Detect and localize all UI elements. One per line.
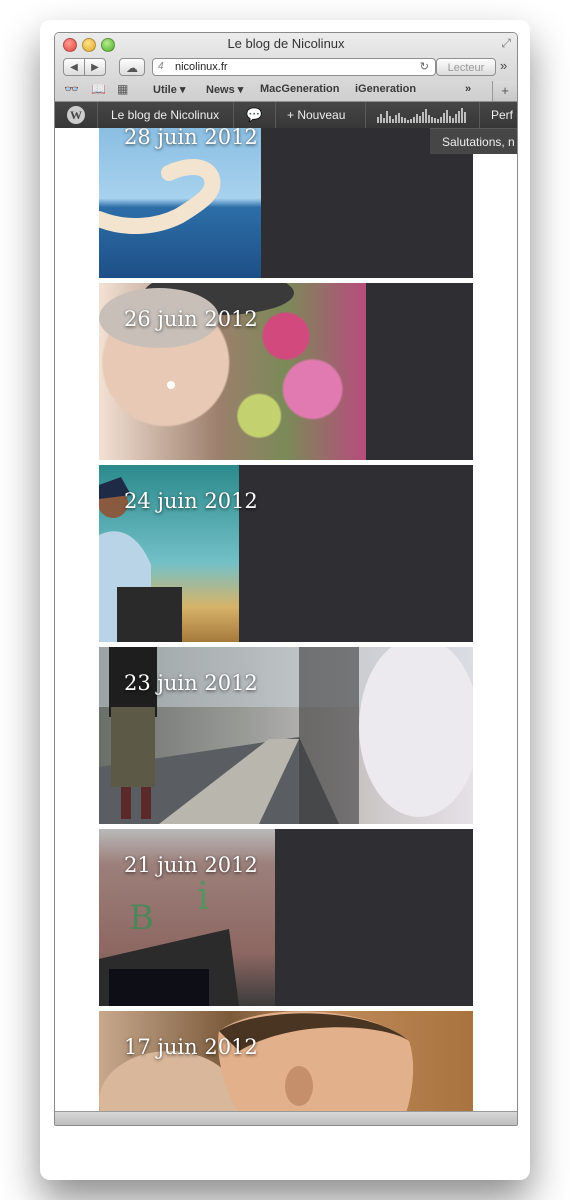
sparkline-bar xyxy=(440,117,442,123)
browser-toolbar: Le blog de Nicolinux ⤢ ◀ ▶ ☁ 4 nicolinux… xyxy=(55,33,517,102)
sparkline-bar xyxy=(383,118,385,123)
wordpress-logo-icon[interactable]: W xyxy=(67,106,85,124)
bookmark-utile[interactable]: Utile ▾ xyxy=(153,83,185,96)
sparkline-bar xyxy=(392,119,394,123)
sparkline-bar xyxy=(437,119,439,123)
back-button[interactable]: ◀ xyxy=(63,58,85,76)
bookmarks-icon[interactable]: 📖 xyxy=(91,82,106,96)
sparkline-bar xyxy=(464,112,466,123)
admin-bar-separator xyxy=(275,102,276,128)
sparkline-bar xyxy=(425,109,427,123)
wp-admin-bar: W Le blog de Nicolinux 💬 + Nouveau Perf xyxy=(55,102,517,128)
address-text: nicolinux.fr xyxy=(175,61,228,73)
sparkline-bar xyxy=(458,111,460,123)
post-date[interactable]: 26 juin 2012 xyxy=(124,307,258,331)
reader-button[interactable]: Lecteur xyxy=(436,58,496,76)
toolbar-overflow-button[interactable]: » xyxy=(500,58,507,73)
address-bar[interactable]: 4 nicolinux.fr ↻ xyxy=(152,58,436,76)
sparkline-bar xyxy=(398,113,400,123)
fullscreen-icon[interactable]: ⤢ xyxy=(501,36,511,51)
sparkline-bar xyxy=(377,117,379,123)
bookmarks-overflow-button[interactable]: » xyxy=(465,83,471,95)
sparkline-bar xyxy=(413,117,415,123)
admin-bar-separator xyxy=(233,102,234,128)
top-sites-icon[interactable]: ▦ xyxy=(117,82,128,96)
post-card[interactable]: 26 juin 2012 xyxy=(99,283,473,460)
comments-icon[interactable]: 💬 xyxy=(246,102,262,128)
sparkline-bar xyxy=(422,112,424,123)
browser-window: Le blog de Nicolinux ⤢ ◀ ▶ ☁ 4 nicolinux… xyxy=(54,32,518,1126)
site-favicon-icon: 4 xyxy=(158,61,164,72)
post-card[interactable]: 24 juin 2012 xyxy=(99,465,473,642)
page-content: 28 juin 2012 26 juin 2012 24 juin 2012 2… xyxy=(55,128,517,1112)
sparkline-bar xyxy=(410,119,412,123)
admin-bar-separator xyxy=(97,102,98,128)
post-date[interactable]: 17 juin 2012 xyxy=(124,1035,258,1059)
post-card[interactable]: 17 juin 2012 xyxy=(99,1011,473,1112)
post-date[interactable]: 23 juin 2012 xyxy=(124,671,258,695)
post-date[interactable]: 28 juin 2012 xyxy=(124,128,258,149)
post-card[interactable]: 28 juin 2012 xyxy=(99,128,473,278)
sparkline-bar xyxy=(431,117,433,123)
post-date[interactable]: 24 juin 2012 xyxy=(124,489,258,513)
bookmark-news[interactable]: News ▾ xyxy=(206,83,243,96)
svg-text:i: i xyxy=(197,874,209,918)
sparkline-bar xyxy=(419,116,421,123)
new-tab-button[interactable]: + xyxy=(492,81,517,101)
sparkline-bar xyxy=(407,120,409,123)
admin-greeting-tooltip[interactable]: Salutations, n xyxy=(430,128,517,154)
admin-bar-site-link[interactable]: Le blog de Nicolinux xyxy=(111,102,219,128)
sparkline-bar xyxy=(395,115,397,123)
reading-list-icon[interactable]: 👓 xyxy=(64,82,79,96)
sparkline-bar xyxy=(443,113,445,123)
horizontal-scrollbar[interactable] xyxy=(55,1111,517,1125)
forward-button[interactable]: ▶ xyxy=(84,58,106,76)
sparkline-bar xyxy=(455,114,457,123)
admin-bar-perf-link[interactable]: Perf xyxy=(491,102,513,128)
sparkline-bar xyxy=(416,114,418,123)
post-card[interactable]: B i 21 juin 2012 xyxy=(99,829,473,1006)
bookmark-igeneration[interactable]: iGeneration xyxy=(355,83,416,95)
sparkline-bar xyxy=(389,116,391,123)
sparkline-bar xyxy=(404,118,406,123)
post-date[interactable]: 21 juin 2012 xyxy=(124,853,258,877)
post-thumbnail xyxy=(99,1011,473,1112)
stats-sparkline-icon[interactable] xyxy=(377,107,469,123)
icloud-tabs-button[interactable]: ☁ xyxy=(119,58,145,76)
post-card[interactable]: 23 juin 2012 xyxy=(99,647,473,824)
admin-bar-new-button[interactable]: + Nouveau xyxy=(287,102,345,128)
admin-bar-separator xyxy=(365,102,366,128)
reload-icon[interactable]: ↻ xyxy=(420,59,429,75)
post-thumbnail xyxy=(99,128,261,278)
bookmark-macgeneration[interactable]: MacGeneration xyxy=(260,83,339,95)
sparkline-bar xyxy=(401,117,403,123)
sparkline-bar xyxy=(452,118,454,123)
admin-bar-separator xyxy=(479,102,480,128)
sparkline-bar xyxy=(446,110,448,123)
sparkline-bar xyxy=(386,111,388,123)
sparkline-bar xyxy=(461,108,463,123)
sparkline-bar xyxy=(449,116,451,123)
sparkline-bar xyxy=(428,115,430,123)
window-title: Le blog de Nicolinux xyxy=(227,36,345,51)
sparkline-bar xyxy=(380,114,382,123)
svg-text:B: B xyxy=(129,898,154,938)
sparkline-bar xyxy=(434,118,436,123)
bookmarks-bar: 👓 📖 ▦ Utile ▾ News ▾ MacGeneration iGene… xyxy=(55,81,517,101)
